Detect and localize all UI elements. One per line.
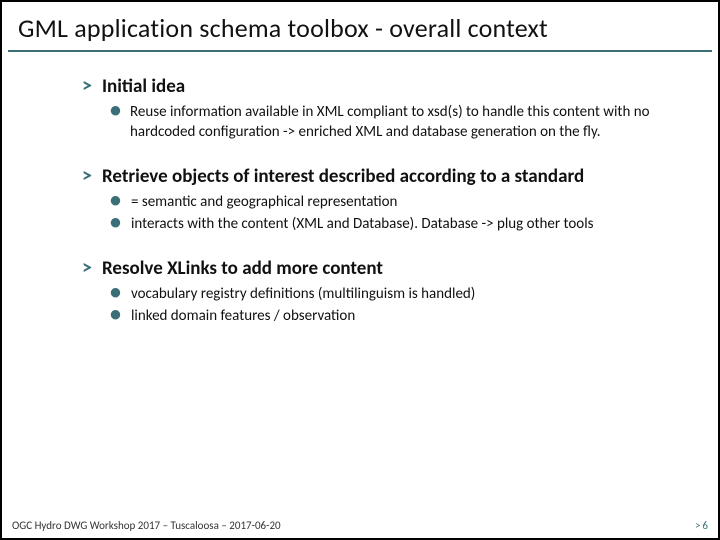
chevron-icon: > xyxy=(695,519,700,532)
bullet-text: vocabulary registry definitions (multili… xyxy=(131,285,475,305)
bullet-icon: • xyxy=(110,193,121,207)
bullet-list: • = semantic and geographical representa… xyxy=(110,193,678,234)
section-resolve-xlinks: > Resolve XLinks to add more content • v… xyxy=(82,256,678,326)
list-item: • linked domain features / observation xyxy=(110,307,678,327)
footer-text: OGC Hydro DWG Workshop 2017 – Tuscaloosa… xyxy=(12,519,281,532)
bullet-text: = semantic and geographical representati… xyxy=(131,193,397,213)
slide-title: GML application schema toolbox - overall… xyxy=(18,12,702,44)
chevron-icon: > xyxy=(82,74,92,99)
list-item: • Reuse information available in XML com… xyxy=(110,103,678,142)
list-item: • vocabulary registry definitions (multi… xyxy=(110,285,678,305)
bullet-list: • Reuse information available in XML com… xyxy=(110,103,678,142)
chevron-icon: > xyxy=(82,164,92,189)
section-heading: > Initial idea xyxy=(82,74,678,99)
bullet-text: linked domain features / observation xyxy=(131,307,355,327)
page-number: >6 xyxy=(695,519,708,532)
bullet-icon: • xyxy=(110,285,121,299)
bullet-icon: • xyxy=(110,307,121,321)
page-num-value: 6 xyxy=(702,519,708,532)
list-item: • = semantic and geographical representa… xyxy=(110,193,678,213)
bullet-icon: • xyxy=(110,215,121,229)
section-heading: > Retrieve objects of interest described… xyxy=(82,164,678,189)
list-item: • interacts with the content (XML and Da… xyxy=(110,215,678,235)
footer: OGC Hydro DWG Workshop 2017 – Tuscaloosa… xyxy=(12,519,708,532)
section-retrieve-objects: > Retrieve objects of interest described… xyxy=(82,164,678,234)
heading-text: Retrieve objects of interest described a… xyxy=(102,165,584,189)
section-initial-idea: > Initial idea • Reuse information avail… xyxy=(82,74,678,142)
section-heading: > Resolve XLinks to add more content xyxy=(82,256,678,281)
bullet-text: Reuse information available in XML compl… xyxy=(130,103,678,142)
content-area: > Initial idea • Reuse information avail… xyxy=(2,52,718,538)
heading-text: Resolve XLinks to add more content xyxy=(102,257,383,281)
title-container: GML application schema toolbox - overall… xyxy=(8,6,712,52)
chevron-icon: > xyxy=(82,256,92,281)
bullet-list: • vocabulary registry definitions (multi… xyxy=(110,285,678,326)
bullet-icon: • xyxy=(110,103,120,117)
bullet-text: interacts with the content (XML and Data… xyxy=(131,215,594,235)
slide: GML application schema toolbox - overall… xyxy=(0,0,720,540)
